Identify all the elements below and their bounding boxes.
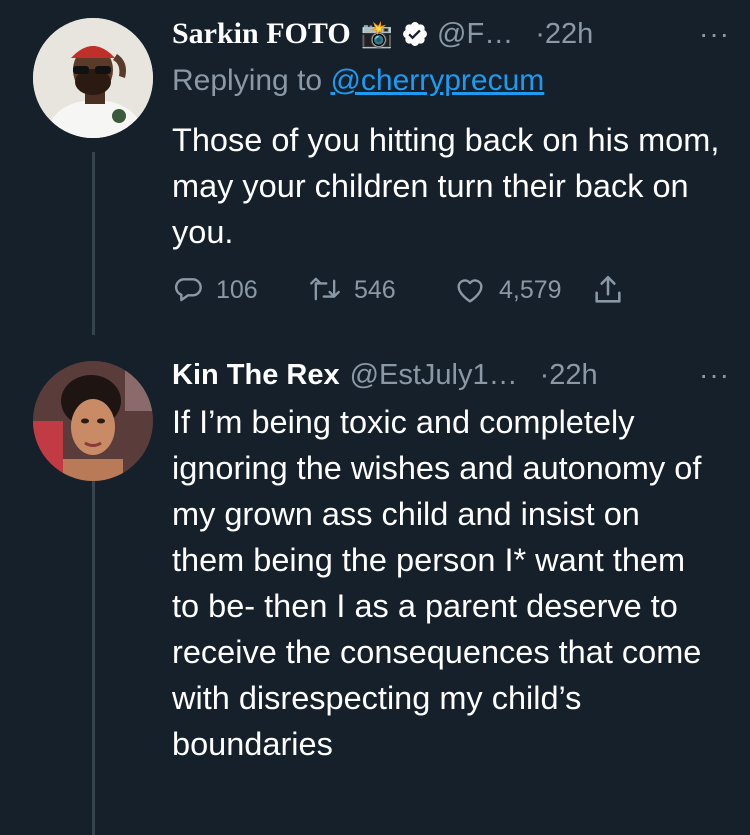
tweet-header: Kin The Rex @EstJuly1… ·22h ··· [172, 355, 730, 395]
more-options-icon[interactable]: ··· [699, 18, 730, 50]
tweet-text: If I’m being toxic and completely ignori… [172, 404, 702, 762]
like-button[interactable]: 4,579 [453, 274, 591, 306]
replying-to-link[interactable]: @cherryprecum [330, 64, 544, 97]
verified-badge-icon [401, 20, 429, 48]
like-count: 4,579 [499, 275, 562, 304]
heart-icon [457, 279, 483, 303]
tweet-text: Those of you hitting back on his mom, ma… [172, 122, 720, 250]
user-handle[interactable]: @EstJuly1… [350, 359, 518, 392]
avatar[interactable] [33, 18, 153, 138]
more-options-icon[interactable]: ··· [699, 359, 730, 391]
timestamp[interactable]: ·22h [540, 359, 598, 392]
reply-button[interactable]: 106 [172, 274, 308, 306]
replying-prefix: Replying to [172, 64, 331, 97]
tweet-actions: 106 546 4,579 [172, 273, 625, 307]
user-handle[interactable]: @F… [437, 18, 513, 51]
man-with-red-cap-avatar-icon [33, 18, 153, 138]
tweet-header: Sarkin FOTO 📸 @F… ·22h ··· [172, 14, 730, 54]
share-button[interactable] [591, 273, 625, 307]
timestamp[interactable]: ·22h [535, 18, 593, 51]
thread-line [92, 152, 95, 335]
avatar[interactable] [33, 361, 153, 481]
thread-line [92, 481, 95, 835]
display-name[interactable]: Kin The Rex [172, 359, 340, 392]
display-name[interactable]: Sarkin FOTO [172, 17, 351, 51]
retweet-button[interactable]: 546 [308, 274, 453, 306]
tweet-1[interactable]: Sarkin FOTO 📸 @F… ·22h ··· Replying to @… [0, 0, 750, 335]
reply-count: 106 [216, 275, 258, 304]
woman-avatar-icon [33, 361, 153, 481]
reply-icon [174, 278, 202, 302]
camera-flash-emoji: 📸 [360, 18, 394, 49]
retweet-icon [310, 277, 340, 301]
share-icon [595, 275, 621, 303]
replying-to: Replying to @cherryprecum [172, 64, 544, 98]
retweet-count: 546 [354, 275, 396, 304]
tweet-2[interactable]: Kin The Rex @EstJuly1… ·22h ··· If I’m b… [0, 335, 750, 835]
